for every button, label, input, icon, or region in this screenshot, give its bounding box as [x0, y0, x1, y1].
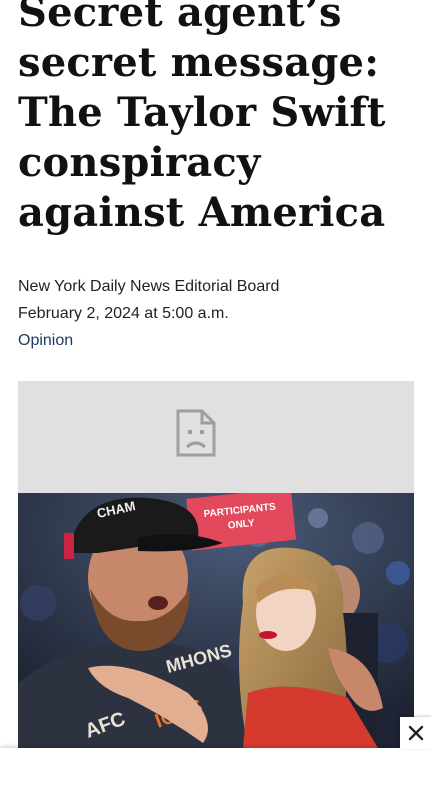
- section-link-opinion[interactable]: Opinion: [18, 332, 73, 350]
- broken-image-icon: [176, 409, 216, 457]
- photo-illustration: PARTICIPANTS ONLY MHONS AFC IONS CHAM: [18, 493, 414, 748]
- article-date: February 2, 2024 at 5:00 a.m.: [18, 305, 229, 322]
- close-ad-button[interactable]: [400, 717, 432, 749]
- article-headline: Secret agent’s secret message: The Taylo…: [18, 0, 386, 236]
- article-photo[interactable]: PARTICIPANTS ONLY MHONS AFC IONS CHAM: [18, 493, 414, 748]
- image-placeholder: [18, 381, 414, 493]
- bottom-ad-banner: [0, 748, 432, 802]
- article-byline[interactable]: New York Daily News Editorial Board: [18, 278, 279, 296]
- close-icon: [408, 725, 424, 741]
